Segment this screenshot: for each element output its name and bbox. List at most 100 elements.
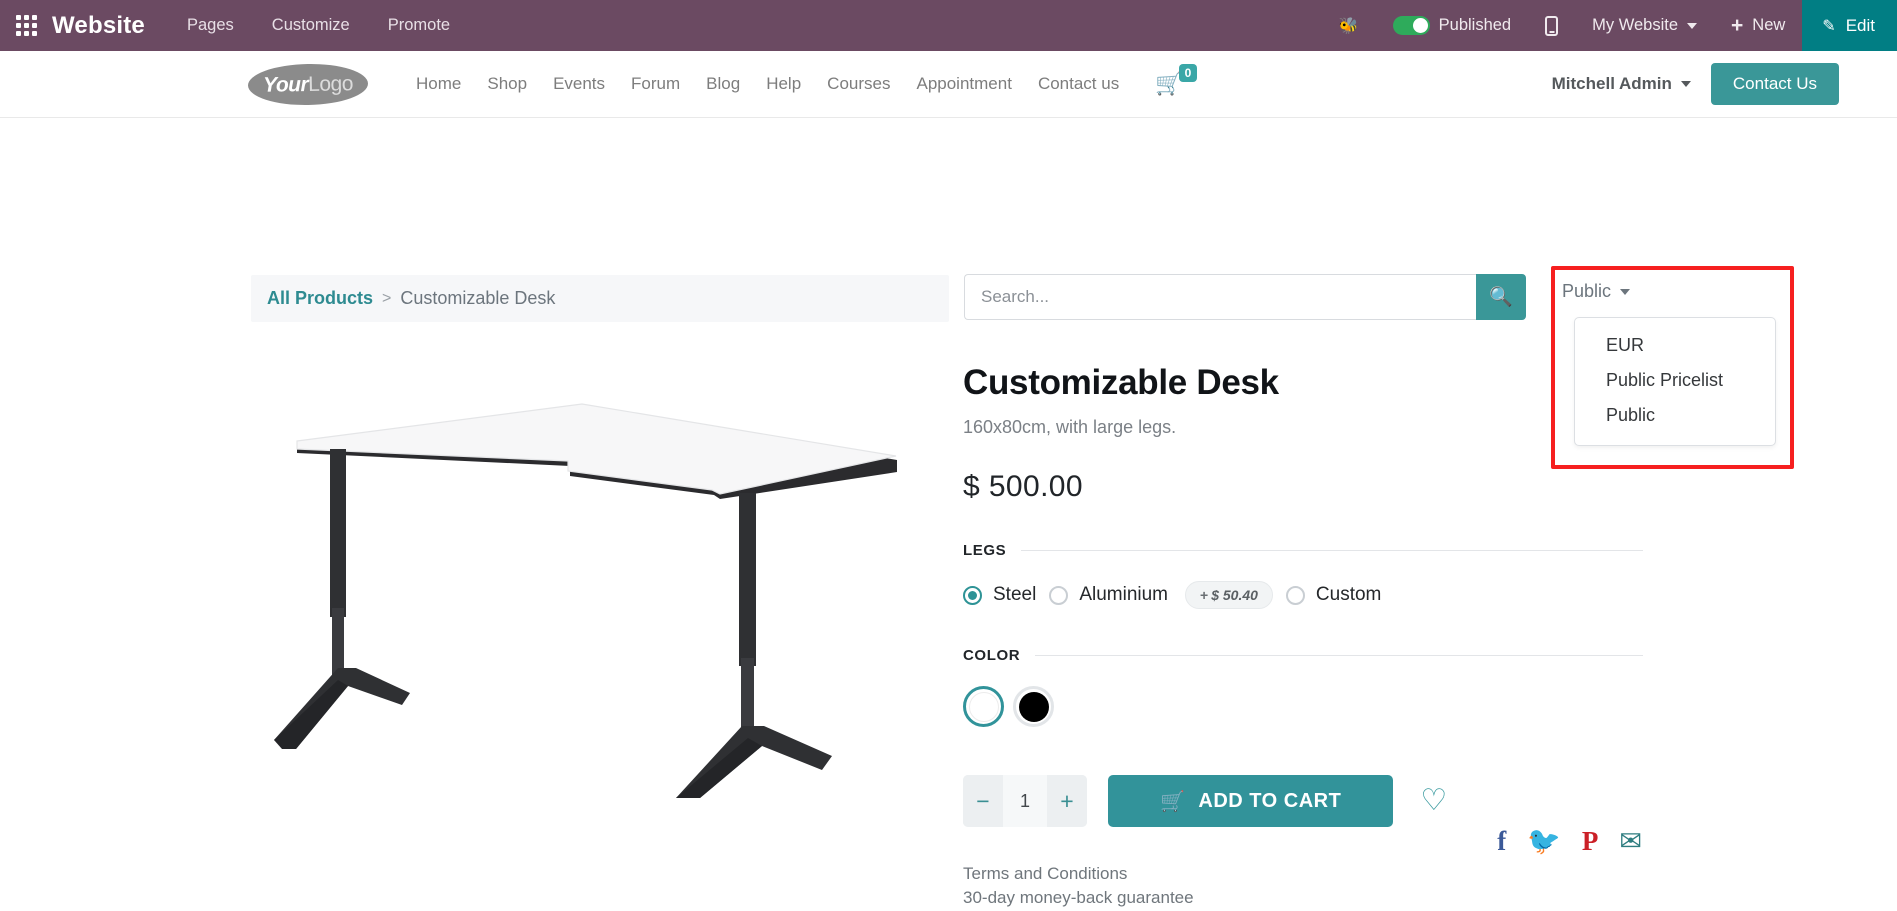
bug-icon: 🐝 — [1338, 17, 1359, 35]
attribute-legs-header: LEGS — [963, 542, 1643, 559]
terms-and-conditions[interactable]: Terms and Conditions — [963, 862, 1643, 886]
product-search: 🔍 — [964, 274, 1526, 320]
legs-option-aluminium[interactable]: Aluminium — [1049, 584, 1168, 606]
search-input[interactable] — [964, 274, 1476, 320]
odoo-app-title: Website — [52, 11, 145, 39]
legs-option-aluminium-label: Aluminium — [1079, 584, 1169, 605]
twitter-icon[interactable]: 🐦 — [1527, 828, 1561, 855]
logo-bold-text: Your — [262, 71, 309, 96]
product-subtitle: 160x80cm, with large legs. — [963, 417, 1177, 437]
debug-menu-button[interactable]: 🐝 — [1322, 0, 1376, 51]
email-icon[interactable]: ✉ — [1619, 828, 1642, 855]
edit-button-label: Edit — [1845, 15, 1875, 35]
color-swatch-white[interactable] — [963, 686, 1004, 727]
nav-events[interactable]: Events — [553, 74, 605, 94]
site-logo[interactable]: YourLogo — [247, 62, 369, 106]
publish-state-label: Published — [1438, 16, 1512, 34]
desk-illustration-icon — [274, 403, 897, 798]
pricelist-option-public[interactable]: Public — [1575, 398, 1775, 433]
editor-menubar: Pages Customize Promote — [187, 0, 450, 51]
website-selector-label: My Website — [1592, 16, 1679, 34]
shopping-cart-icon: 🛒 — [1160, 790, 1186, 813]
nav-courses[interactable]: Courses — [827, 74, 890, 94]
cart-count-badge: 0 — [1178, 64, 1198, 82]
user-name-label: Mitchell Admin — [1551, 74, 1672, 93]
logo-light-text: Logo — [307, 71, 354, 95]
money-back-guarantee: 30-day money-back guarantee — [963, 888, 1194, 908]
menu-pages[interactable]: Pages — [187, 16, 234, 35]
facebook-icon[interactable]: f — [1497, 828, 1506, 855]
product-image[interactable] — [252, 368, 942, 798]
legs-option-steel-label: Steel — [993, 584, 1037, 605]
edit-button[interactable]: ✎ Edit — [1802, 0, 1897, 51]
new-button-label: New — [1752, 16, 1786, 34]
search-button[interactable]: 🔍 — [1476, 274, 1526, 320]
nav-help[interactable]: Help — [766, 74, 801, 94]
product-terms: Terms and Conditions 30-day money-back g… — [963, 862, 1643, 911]
page-title: Customizable Desk — [963, 363, 1279, 402]
divider — [1035, 655, 1643, 656]
logo-ellipse-icon: YourLogo — [247, 62, 369, 106]
cart-button[interactable]: 🛒 0 — [1155, 64, 1198, 95]
quantity-input[interactable] — [1003, 775, 1047, 827]
menu-promote[interactable]: Promote — [388, 16, 450, 35]
pricelist-selected-label: Public — [1562, 281, 1612, 301]
legs-option-steel[interactable]: Steel — [963, 584, 1036, 606]
legs-option-custom[interactable]: Custom — [1285, 584, 1382, 606]
radio-unselected-icon[interactable] — [1049, 585, 1069, 605]
attribute-legs-options: Steel Aluminium + $ 50.40 Custom — [963, 581, 1643, 609]
mobile-preview-icon — [1545, 15, 1559, 36]
publish-switch-icon[interactable] — [1392, 16, 1430, 35]
pricelist-dropdown-menu: EUR Public Pricelist Public — [1574, 317, 1776, 446]
breadcrumb-separator-icon: > — [382, 289, 392, 307]
nav-blog[interactable]: Blog — [706, 74, 740, 94]
legs-aluminium-extra-price: + $ 50.40 — [1185, 581, 1273, 609]
attribute-color-header: COLOR — [963, 647, 1643, 664]
legs-aluminium-extra-amount: $ 50.40 — [1211, 587, 1258, 603]
chevron-down-icon — [1687, 22, 1698, 29]
attribute-color-label: COLOR — [963, 647, 1021, 664]
nav-forum[interactable]: Forum — [631, 74, 680, 94]
radio-selected-icon[interactable] — [963, 585, 982, 605]
chevron-down-icon — [1680, 81, 1691, 87]
pricelist-dropdown-toggle[interactable]: Public — [1562, 281, 1631, 302]
pricelist-option-eur[interactable]: EUR — [1575, 328, 1775, 363]
attribute-legs-label: LEGS — [963, 542, 1007, 559]
breadcrumb: All Products > Customizable Desk — [251, 275, 949, 322]
nav-appointment[interactable]: Appointment — [916, 74, 1011, 94]
purchase-controls: − + 🛒 ADD TO CART ♡ — [963, 775, 1643, 827]
new-button[interactable]: + New — [1714, 0, 1802, 51]
contact-us-button[interactable]: Contact Us — [1710, 63, 1839, 105]
pricelist-option-public-pricelist[interactable]: Public Pricelist — [1575, 363, 1775, 398]
publish-toggle[interactable]: Published — [1376, 0, 1528, 51]
wishlist-button[interactable]: ♡ — [1414, 785, 1453, 817]
radio-unselected-icon[interactable] — [1285, 585, 1305, 605]
divider — [1021, 550, 1643, 551]
user-menu[interactable]: Mitchell Admin — [1552, 74, 1711, 94]
pencil-icon: ✎ — [1822, 17, 1836, 35]
breadcrumb-current: Customizable Desk — [400, 288, 556, 308]
site-navigation: Home Shop Events Forum Blog Help Courses… — [416, 74, 1119, 94]
breadcrumb-all-products[interactable]: All Products — [267, 288, 373, 309]
social-share-bar: f 🐦 P ✉ — [1497, 828, 1642, 855]
attribute-color-swatches — [963, 686, 1643, 727]
color-swatch-black[interactable] — [1013, 686, 1054, 727]
product-info: Customizable Desk 160x80cm, with large l… — [963, 363, 1643, 911]
nav-contact-us[interactable]: Contact us — [1038, 74, 1119, 94]
editor-bar-right: 🐝 Published My Website + New ✎ Edit — [1322, 0, 1897, 51]
heart-icon: ♡ — [1420, 784, 1448, 817]
quantity-increase-button[interactable]: + — [1047, 775, 1087, 827]
nav-shop[interactable]: Shop — [487, 74, 527, 94]
website-selector[interactable]: My Website — [1575, 0, 1714, 51]
menu-customize[interactable]: Customize — [272, 16, 350, 35]
quantity-decrease-button[interactable]: − — [963, 775, 1003, 827]
pinterest-icon[interactable]: P — [1582, 828, 1599, 855]
odoo-editor-bar: Website Pages Customize Promote 🐝 Publis… — [0, 0, 1897, 51]
legs-option-custom-label: Custom — [1315, 584, 1382, 605]
plus-sign: + — [1200, 587, 1209, 603]
search-icon: 🔍 — [1489, 287, 1513, 308]
nav-home[interactable]: Home — [416, 74, 461, 94]
add-to-cart-button[interactable]: 🛒 ADD TO CART — [1108, 775, 1394, 827]
mobile-preview-button[interactable] — [1528, 0, 1575, 51]
apps-grid-icon[interactable] — [0, 0, 52, 51]
